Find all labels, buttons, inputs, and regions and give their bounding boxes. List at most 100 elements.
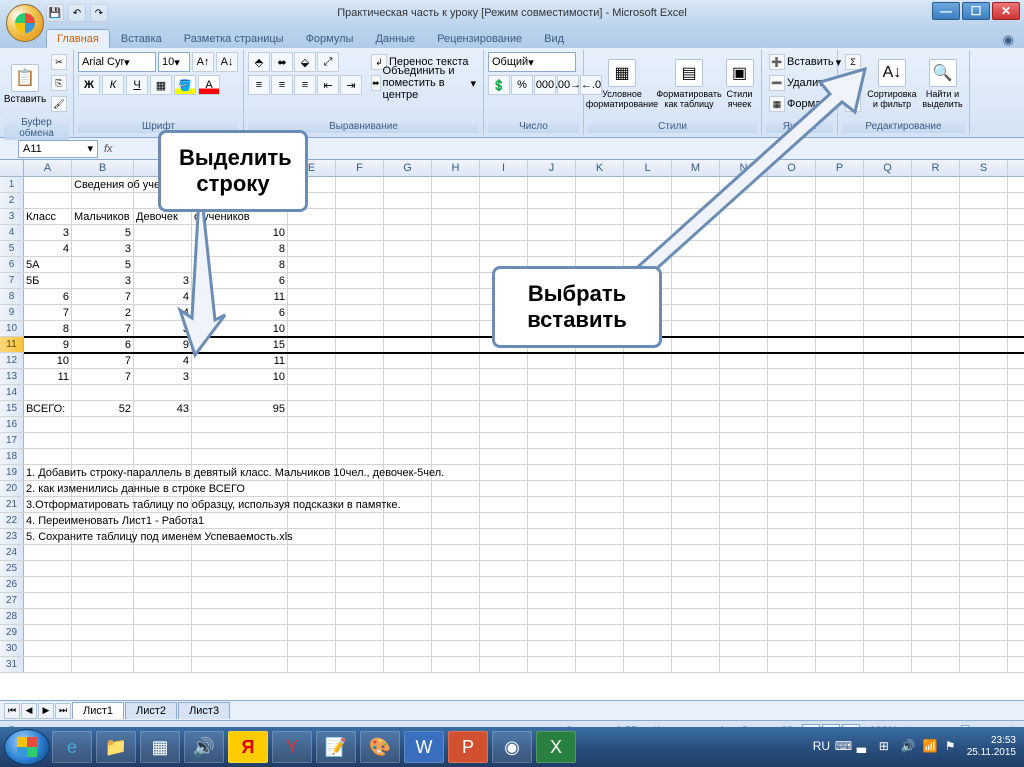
cell[interactable] — [864, 209, 912, 224]
cell[interactable] — [288, 225, 336, 240]
cell[interactable] — [912, 433, 960, 448]
column-header[interactable]: H — [432, 160, 480, 176]
cell[interactable] — [864, 289, 912, 304]
cell[interactable] — [336, 209, 384, 224]
cell[interactable] — [816, 305, 864, 320]
cell[interactable] — [768, 481, 816, 496]
cell[interactable] — [24, 593, 72, 608]
cell[interactable] — [192, 641, 288, 656]
cell[interactable] — [336, 545, 384, 560]
cell[interactable] — [384, 193, 432, 208]
cell[interactable] — [672, 353, 720, 368]
cell[interactable] — [192, 513, 288, 528]
cell[interactable] — [480, 657, 528, 672]
cell[interactable]: 6 — [72, 337, 134, 352]
cell[interactable]: 7 — [72, 369, 134, 384]
cell[interactable] — [480, 433, 528, 448]
cell[interactable] — [624, 401, 672, 416]
cell[interactable] — [960, 353, 1008, 368]
taskbar-excel-icon[interactable]: X — [536, 731, 576, 763]
cell[interactable] — [432, 657, 480, 672]
cell[interactable] — [816, 321, 864, 336]
cell[interactable] — [134, 593, 192, 608]
cell[interactable]: 7 — [72, 353, 134, 368]
font-color-button[interactable]: A — [198, 75, 220, 95]
cell[interactable] — [336, 305, 384, 320]
column-header[interactable]: A — [24, 160, 72, 176]
align-left-button[interactable]: ≡ — [248, 75, 270, 95]
percent-button[interactable]: % — [511, 75, 533, 95]
taskbar-explorer-icon[interactable]: 📁 — [96, 731, 136, 763]
cell[interactable]: 7 — [72, 321, 134, 336]
cell[interactable] — [576, 401, 624, 416]
tray-flag-icon[interactable]: ▃ — [857, 739, 873, 755]
cell[interactable] — [288, 289, 336, 304]
cell[interactable] — [960, 561, 1008, 576]
cell[interactable] — [672, 321, 720, 336]
cell[interactable] — [24, 609, 72, 624]
cell[interactable] — [864, 369, 912, 384]
orientation-button[interactable]: ⤢ — [317, 52, 339, 72]
cell[interactable] — [528, 369, 576, 384]
cell[interactable] — [432, 241, 480, 256]
find-select-button[interactable]: 🔍Найти и выделить — [920, 52, 965, 116]
cell[interactable] — [720, 545, 768, 560]
row-header[interactable]: 19 — [0, 465, 24, 480]
cell[interactable] — [912, 225, 960, 240]
cell[interactable] — [336, 337, 384, 352]
cell[interactable] — [864, 241, 912, 256]
ribbon-tab-0[interactable]: Главная — [46, 29, 110, 48]
cell[interactable] — [576, 433, 624, 448]
cell[interactable] — [480, 545, 528, 560]
grid-row[interactable]: 31 — [0, 657, 1024, 673]
cell[interactable] — [624, 353, 672, 368]
cell[interactable] — [192, 657, 288, 672]
select-all-corner[interactable] — [0, 160, 24, 176]
cell[interactable] — [768, 385, 816, 400]
cell[interactable] — [288, 529, 336, 544]
grid-row[interactable]: 18 — [0, 449, 1024, 465]
help-icon[interactable]: ◉ — [1003, 32, 1014, 48]
cell[interactable] — [864, 305, 912, 320]
cell[interactable] — [432, 225, 480, 240]
copy-button[interactable]: ⎘ — [48, 73, 70, 93]
taskbar-chrome-icon[interactable]: ◉ — [492, 731, 532, 763]
cell[interactable] — [912, 593, 960, 608]
cell[interactable] — [72, 433, 134, 448]
cell[interactable] — [24, 641, 72, 656]
cell[interactable] — [960, 225, 1008, 240]
grid-row[interactable]: 28 — [0, 609, 1024, 625]
cell[interactable] — [864, 401, 912, 416]
cell[interactable] — [192, 385, 288, 400]
cell[interactable] — [960, 289, 1008, 304]
cell[interactable] — [960, 385, 1008, 400]
cell[interactable] — [24, 193, 72, 208]
cell[interactable] — [864, 577, 912, 592]
align-middle-button[interactable]: ⬌ — [271, 52, 293, 72]
cell[interactable] — [72, 385, 134, 400]
cell[interactable] — [720, 481, 768, 496]
row-header[interactable]: 2 — [0, 193, 24, 208]
grid-row[interactable]: 235. Сохраните таблицу под именем Успева… — [0, 529, 1024, 545]
cell[interactable] — [480, 177, 528, 192]
cell[interactable] — [480, 481, 528, 496]
cell[interactable] — [336, 193, 384, 208]
taskbar-paint-icon[interactable]: 🎨 — [360, 731, 400, 763]
cell[interactable] — [816, 369, 864, 384]
cell[interactable] — [528, 465, 576, 480]
cell[interactable] — [912, 465, 960, 480]
grid-row[interactable]: 224. Переименовать Лист1 - Работа1 — [0, 513, 1024, 529]
cell[interactable] — [480, 609, 528, 624]
cell[interactable] — [528, 241, 576, 256]
cell[interactable] — [768, 529, 816, 544]
cell[interactable]: 8 — [24, 321, 72, 336]
cell[interactable] — [288, 433, 336, 448]
cell[interactable] — [624, 497, 672, 512]
cell[interactable] — [864, 449, 912, 464]
cell[interactable] — [864, 497, 912, 512]
cell[interactable] — [720, 577, 768, 592]
cell[interactable] — [528, 193, 576, 208]
cell[interactable] — [528, 433, 576, 448]
cell[interactable] — [336, 625, 384, 640]
row-header[interactable]: 21 — [0, 497, 24, 512]
